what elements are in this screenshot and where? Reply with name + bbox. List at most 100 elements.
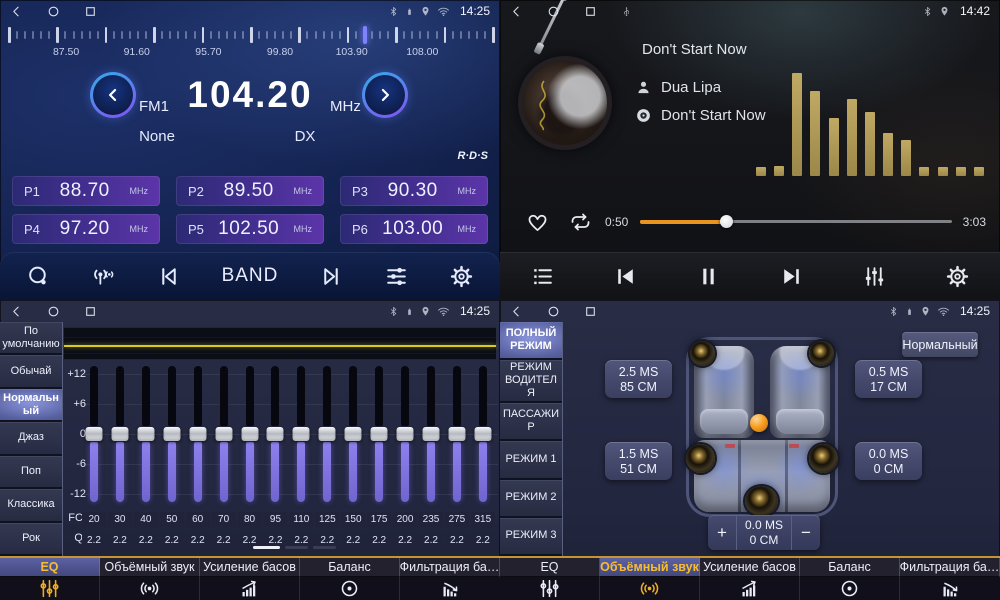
fc-value[interactable]: 70 [212,512,236,527]
listening-mode-item[interactable]: РЕЖИМ 2 [500,480,562,518]
band-button[interactable]: BAND [222,265,279,287]
slider-thumb[interactable] [137,427,154,441]
slider-thumb[interactable] [422,427,439,441]
broadcast-icon[interactable] [91,264,116,289]
q-value[interactable]: 2.2 [134,533,158,548]
surround-preset-button[interactable]: Нормальный [902,332,978,357]
slider-thumb[interactable] [293,427,310,441]
listening-mode-item[interactable]: ПАССАЖИР [500,403,562,441]
slider-thumb[interactable] [345,427,362,441]
slider-thumb[interactable] [241,427,258,441]
seek-up-button[interactable] [362,72,408,118]
eq-band-slider[interactable] [471,360,495,508]
slider-thumb[interactable] [371,427,388,441]
sound-tab-3[interactable]: Баланс [300,558,400,577]
slider-thumb[interactable] [474,427,491,441]
playlist-icon[interactable] [530,264,555,289]
sound-tab-4[interactable]: Фильтрация ба… [900,558,1000,577]
nav-recents-icon[interactable] [584,5,597,18]
sound-tab-2[interactable]: Усиление басов [200,558,300,577]
band-filter-icon[interactable] [900,577,1000,600]
eq-preset-item[interactable]: По умолчанию [0,322,62,355]
bass-boost-icon[interactable] [700,577,800,600]
q-value[interactable]: 2.2 [186,533,210,548]
eq-band-slider[interactable] [212,360,236,508]
eq-band-slider[interactable] [186,360,210,508]
listening-mode-item[interactable]: ПОЛНЫЙ РЕЖИМ [500,322,562,360]
favorite-heart-icon[interactable] [526,210,549,233]
nav-recents-icon[interactable] [84,305,97,318]
nav-home-icon[interactable] [47,5,60,18]
balance-icon[interactable] [300,577,400,600]
q-value[interactable]: 2.2 [160,533,184,548]
eq-preset-item[interactable]: Классика [0,489,62,522]
delay-decrease-button[interactable]: − [792,515,820,550]
slider-thumb[interactable] [448,427,465,441]
surround-icon[interactable] [100,577,200,600]
eq-band-slider[interactable] [289,360,313,508]
equalizer-sliders-icon[interactable] [384,264,409,289]
previous-station-icon[interactable] [156,264,181,289]
eq-band-slider[interactable] [341,360,365,508]
pause-icon[interactable] [696,264,721,289]
eq-band-slider[interactable] [393,360,417,508]
eq-band-slider[interactable] [160,360,184,508]
fc-value[interactable]: 315 [471,512,495,527]
fc-value[interactable]: 175 [367,512,391,527]
sound-tab-0[interactable]: EQ [0,558,100,577]
rear-right-delay-button[interactable]: 0.0 MS 0 CM [855,442,922,480]
q-value[interactable]: 2.2 [471,533,495,548]
slider-thumb[interactable] [267,427,284,441]
radio-preset-button[interactable]: P188.70MHz [12,176,160,206]
sound-tab-4[interactable]: Фильтрация ба… [400,558,500,577]
balance-icon[interactable] [800,577,900,600]
fc-value[interactable]: 275 [445,512,469,527]
eq-sliders-icon[interactable] [0,577,100,600]
surround-icon[interactable] [600,577,700,600]
scan-icon[interactable] [26,264,51,289]
q-value[interactable]: 2.2 [341,533,365,548]
tuning-scale[interactable]: 87.5091.6095.7099.80103.90108.00 [8,27,492,63]
q-value[interactable]: 2.2 [82,533,106,548]
eq-preset-item[interactable]: Обычай [0,355,62,388]
sound-tab-1[interactable]: Объёмный звук [100,558,200,577]
fc-value[interactable]: 20 [82,512,106,527]
eq-band-slider[interactable] [367,360,391,508]
radio-preset-button[interactable]: P5102.50MHz [176,214,324,244]
q-value[interactable]: 2.2 [212,533,236,548]
eq-preset-item[interactable]: Рок [0,523,62,556]
slider-thumb[interactable] [189,427,206,441]
fc-value[interactable]: 150 [341,512,365,527]
front-left-delay-button[interactable]: 2.5 MS 85 CM [605,360,672,398]
listening-mode-item[interactable]: РЕЖИМ ВОДИТЕЛЯ [500,360,562,403]
previous-track-icon[interactable] [613,264,638,289]
nav-back-icon[interactable] [10,5,23,18]
slider-thumb[interactable] [111,427,128,441]
eq-band-slider[interactable] [315,360,339,508]
sound-tab-2[interactable]: Усиление басов [700,558,800,577]
radio-preset-button[interactable]: P390.30MHz [340,176,488,206]
slider-thumb[interactable] [86,427,103,441]
fc-value[interactable]: 200 [393,512,417,527]
eq-sliders-icon[interactable] [500,577,600,600]
eq-band-slider[interactable] [108,360,132,508]
nav-recents-icon[interactable] [84,5,97,18]
q-value[interactable]: 2.2 [419,533,443,548]
eq-band-slider[interactable] [238,360,262,508]
sound-tab-1[interactable]: Объёмный звук [600,558,700,577]
eq-band-slider[interactable] [419,360,443,508]
nav-back-icon[interactable] [510,305,523,318]
q-value[interactable]: 2.2 [108,533,132,548]
nav-home-icon[interactable] [547,305,560,318]
q-value[interactable]: 2.2 [393,533,417,548]
fc-value[interactable]: 80 [238,512,262,527]
fc-value[interactable]: 40 [134,512,158,527]
repeat-icon[interactable] [568,210,593,234]
eq-preset-item[interactable]: Поп [0,456,62,489]
nav-back-icon[interactable] [10,305,23,318]
fc-value[interactable]: 60 [186,512,210,527]
settings-gear-icon[interactable] [449,264,474,289]
rear-left-delay-button[interactable]: 1.5 MS 51 CM [605,442,672,480]
band-scroll-indicator[interactable] [253,546,336,549]
eq-band-slider[interactable] [263,360,287,508]
